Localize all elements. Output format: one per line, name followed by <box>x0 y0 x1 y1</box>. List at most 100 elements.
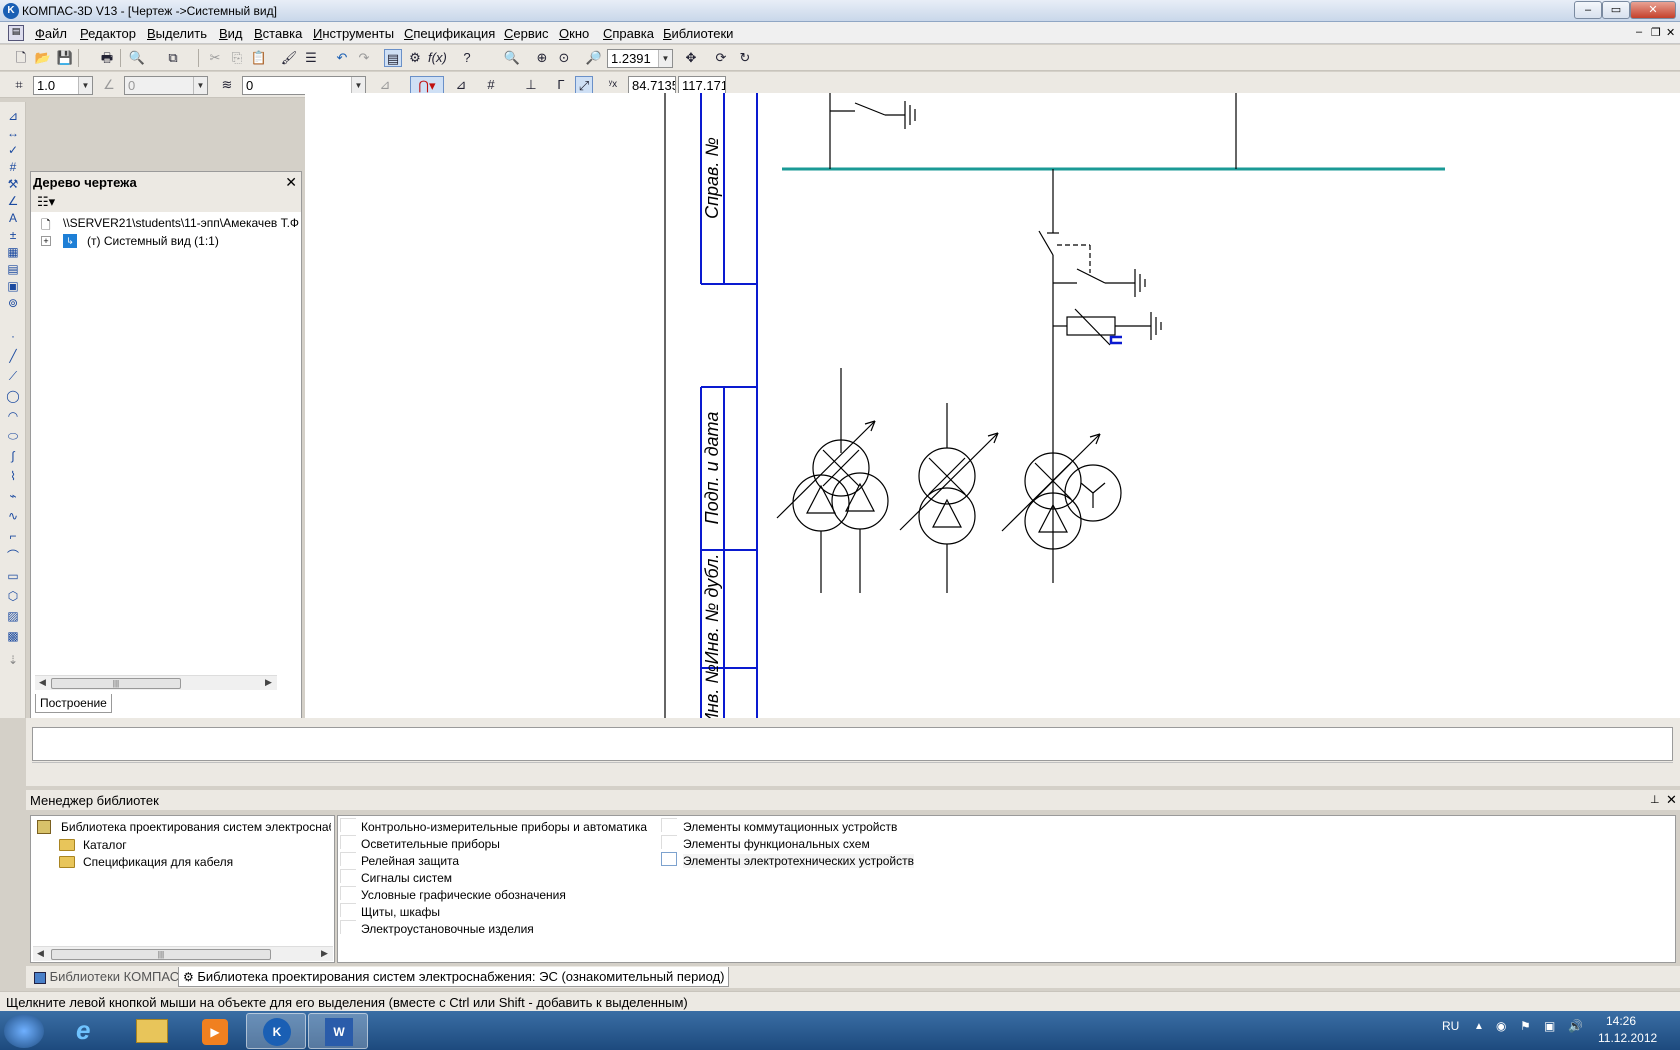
format-brush-icon[interactable]: 🖌 <box>280 49 298 67</box>
scroll-right-icon[interactable]: ▶ <box>321 948 328 959</box>
menu-specification[interactable]: Спецификация <box>404 26 495 41</box>
variables-icon[interactable]: ⚙ <box>406 49 424 67</box>
zoom-combo[interactable]: 1.2391 ▼ <box>607 49 673 68</box>
electrical-icon[interactable]: ± <box>4 227 22 244</box>
redo-icon[interactable]: ↷ <box>355 49 373 67</box>
paste-icon[interactable]: 📋 <box>250 49 268 67</box>
menu-window[interactable]: Окно <box>559 26 589 41</box>
tab-kompas-libraries[interactable]: Библиотеки КОМПАС <box>30 967 183 987</box>
insert-icon[interactable]: ⊚ <box>4 295 22 312</box>
maximize-button[interactable]: ▭ <box>1602 1 1630 19</box>
save-icon[interactable]: 💾 <box>56 49 74 67</box>
measure-icon[interactable]: ∠ <box>4 193 22 210</box>
report-icon[interactable]: ▤ <box>4 261 22 278</box>
symbols-icon[interactable]: ✓ <box>4 142 22 159</box>
new-document-icon[interactable]: 🗋 <box>12 49 30 67</box>
flag-icon[interactable]: ⚑ <box>1520 1019 1531 1033</box>
scroll-left-icon[interactable]: ◀ <box>39 677 46 688</box>
library-entry[interactable]: Условные графические обозначения <box>361 888 566 902</box>
menu-edit[interactable]: Редактор <box>80 26 136 41</box>
expand-icon[interactable]: + <box>41 236 51 246</box>
chamfer-icon[interactable]: ⌐ <box>4 528 22 545</box>
local-cs-icon[interactable]: ⊿ <box>452 76 470 94</box>
language-indicator[interactable]: RU <box>1442 1019 1459 1033</box>
taskbar-word[interactable]: W <box>308 1013 368 1049</box>
kompas-app-icon[interactable]: K <box>3 3 19 19</box>
start-button[interactable] <box>4 1014 44 1048</box>
clock-date[interactable]: 11.12.2012 <box>1598 1031 1657 1045</box>
scroll-thumb[interactable]: ||| <box>51 949 271 960</box>
taskbar-media[interactable]: ▶ <box>184 1013 244 1049</box>
tree-view-mode-icon[interactable]: ☷▾ <box>37 194 55 210</box>
polyline-icon[interactable]: ⌇ <box>4 468 22 485</box>
help-pointer-icon[interactable]: ? <box>458 49 476 67</box>
zoom-in-icon[interactable]: ⊕ <box>533 49 551 67</box>
copy-icon[interactable]: ⎘ <box>228 49 246 67</box>
menu-view[interactable]: Вид <box>219 26 243 41</box>
polygon-icon[interactable]: ⬡ <box>4 588 22 605</box>
undo-icon[interactable]: ↶ <box>333 49 351 67</box>
tab-build[interactable]: Построение <box>35 694 112 713</box>
view-icon[interactable]: ▣ <box>4 278 22 295</box>
taskbar-kompas[interactable]: K <box>246 1013 306 1049</box>
library-entry[interactable]: Щиты, шкафы <box>361 905 440 919</box>
scroll-left-icon[interactable]: ◀ <box>37 948 44 959</box>
step-icon[interactable]: ⌗ <box>10 76 28 94</box>
select-icon[interactable]: A <box>4 210 22 227</box>
refresh-icon[interactable]: ⟳ <box>712 49 730 67</box>
minimize-button[interactable]: – <box>1574 1 1602 19</box>
layers-icon[interactable]: ≋ <box>218 76 236 94</box>
library-entry[interactable]: Релейная защита <box>361 854 459 868</box>
pin-icon[interactable]: ⊥ <box>1650 793 1660 806</box>
segment-icon[interactable]: ⟋ <box>4 368 22 385</box>
orthogonal-icon[interactable]: ⊿ <box>376 76 394 94</box>
taskbar-explorer[interactable] <box>122 1013 182 1049</box>
library-entry[interactable]: Сигналы систем <box>361 871 452 885</box>
taskbar-ie[interactable]: e <box>60 1013 120 1049</box>
cut-icon[interactable]: ✂ <box>206 49 224 67</box>
redraw-icon[interactable]: ↻ <box>736 49 754 67</box>
mdi-close-icon[interactable]: ✕ <box>1666 26 1675 39</box>
tab-es-library[interactable]: ⚙ Библиотека проектирования систем элект… <box>178 967 730 987</box>
drawing-canvas[interactable]: Справ. № Подп. и дата Инв. № дубл. Инв. … <box>305 93 1680 726</box>
point-icon[interactable]: · <box>4 328 22 345</box>
tree-root-path[interactable]: \\SERVER21\students\11-эпп\Амекачев Т.Ф <box>63 216 299 230</box>
library-entry[interactable]: Контрольно-измерительные приборы и автом… <box>361 820 647 834</box>
open-icon[interactable]: 📂 <box>34 49 52 67</box>
close-icon[interactable]: ✕ <box>1666 792 1677 808</box>
document-icon[interactable]: ▤ <box>8 25 24 41</box>
close-button[interactable]: ✕ <box>1630 1 1676 19</box>
continuous-icon[interactable]: ∫ <box>4 448 22 465</box>
menu-service[interactable]: Сервис <box>504 26 549 41</box>
zoom-all-icon[interactable]: ⊙ <box>555 49 573 67</box>
spec-icon[interactable]: ▦ <box>4 244 22 261</box>
schematic-drawing[interactable]: Справ. № Подп. и дата Инв. № дубл. Инв. … <box>305 93 1680 726</box>
properties-icon[interactable]: ☰ <box>302 49 320 67</box>
hatch-icon[interactable]: ▨ <box>4 608 22 625</box>
library-item-catalog[interactable]: Каталог <box>83 838 127 852</box>
tray-app-icon[interactable]: ◉ <box>1496 1019 1506 1033</box>
tree-toggle-icon[interactable]: ▤ <box>384 49 402 67</box>
tree-hscroll[interactable]: ◀ ||| ▶ <box>35 675 277 690</box>
curve-icon[interactable]: ⌁ <box>4 488 22 505</box>
menu-select[interactable]: Выделить <box>147 26 207 41</box>
zoom-scale-icon[interactable]: 🔎 <box>585 49 603 67</box>
line-icon[interactable]: ╱ <box>4 348 22 365</box>
tray-expand-icon[interactable]: ▲ <box>1474 1021 1484 1032</box>
scroll-thumb[interactable]: ||| <box>51 678 181 689</box>
ortho-mode-icon[interactable]: ⤢ <box>575 76 593 94</box>
menu-file[interactable]: Файл <box>35 26 67 41</box>
cursor-step-combo[interactable]: 1.0 ▼ <box>33 76 93 95</box>
circle-icon[interactable]: ◯ <box>4 388 22 405</box>
library-tree-hscroll[interactable]: ◀ ||| ▶ <box>33 946 333 961</box>
angle-icon[interactable]: ∠ <box>100 76 118 94</box>
zoom-window-icon[interactable]: 🔍 <box>503 49 521 67</box>
grid-icon[interactable]: # <box>482 76 500 94</box>
bezier-icon[interactable]: ∿ <box>4 508 22 525</box>
menu-insert[interactable]: Вставка <box>254 26 302 41</box>
axes-icon[interactable]: ⊥ <box>522 76 540 94</box>
menu-help[interactable]: Справка <box>603 26 654 41</box>
scroll-right-icon[interactable]: ▶ <box>265 677 272 688</box>
mdi-minimize-icon[interactable]: – <box>1636 26 1642 38</box>
rectangle-icon[interactable]: ▭ <box>4 568 22 585</box>
